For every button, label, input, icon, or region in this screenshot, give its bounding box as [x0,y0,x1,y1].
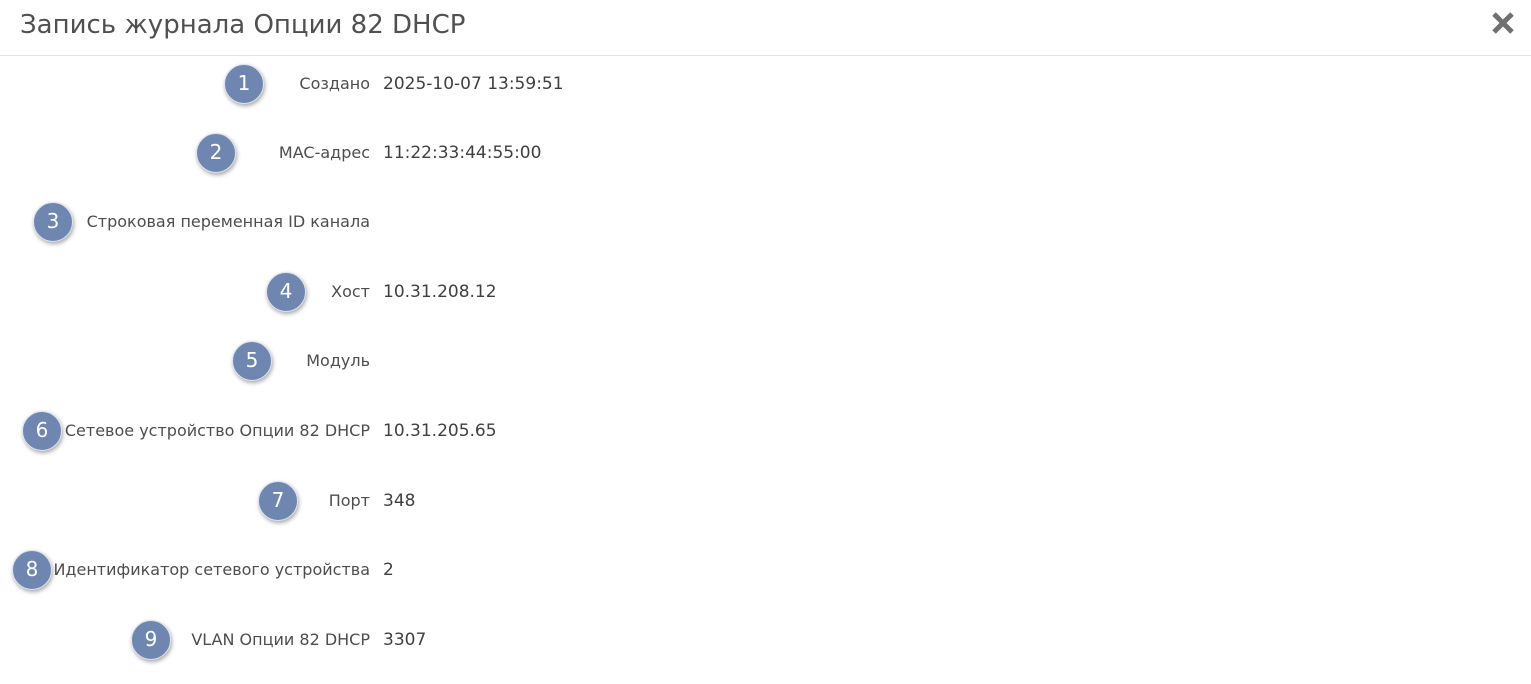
dialog-header: Запись журнала Опции 82 DHCP [0,0,1531,56]
field-label: Хост [331,282,370,301]
marker-badge: 5 [232,341,272,381]
field-value: 10.31.208.12 [383,282,497,302]
field-label: Идентификатор сетевого устройства [53,560,370,579]
field-row-created: 1 Создано 2025-10-07 13:59:51 [0,62,1531,106]
field-row-network-device-id: 8 Идентификатор сетевого устройства 2 [0,548,1531,592]
dialog-title: Запись журнала Опции 82 DHCP [20,10,466,40]
marker-badge: 4 [266,272,306,312]
marker-badge: 6 [22,411,62,451]
field-value: 10.31.205.65 [383,421,497,441]
marker-badge: 1 [224,64,264,104]
close-icon [1492,12,1514,34]
field-label: Строковая переменная ID канала [86,212,370,231]
field-row-vlan: 9 VLAN Опции 82 DHCP 3307 [0,618,1531,662]
field-label: VLAN Опции 82 DHCP [191,630,370,649]
field-value: 11:22:33:44:55:00 [383,143,542,163]
field-label: MAC-адрес [278,143,370,162]
marker-badge: 2 [196,133,236,173]
field-row-port: 7 Порт 348 [0,479,1531,523]
field-value: 2 [383,560,394,580]
marker-badge: 7 [258,481,298,521]
field-row-module: 5 Модуль [0,339,1531,383]
field-label: Создано [299,74,370,93]
marker-badge: 8 [12,550,52,590]
field-label: Сетевое устройство Опции 82 DHCP [64,421,370,440]
field-label: Порт [328,491,370,510]
field-row-network-device: 6 Сетевое устройство Опции 82 DHCP 10.31… [0,409,1531,453]
marker-badge: 3 [33,202,73,242]
field-row-mac-address: 2 MAC-адрес 11:22:33:44:55:00 [0,131,1531,175]
marker-badge: 9 [131,620,171,660]
field-label: Модуль [306,351,370,370]
field-row-circuit-id: 3 Строковая переменная ID канала [0,200,1531,244]
field-value: 3307 [383,630,427,650]
field-value: 348 [383,491,416,511]
field-row-host: 4 Хост 10.31.208.12 [0,270,1531,314]
close-button[interactable] [1491,10,1515,36]
field-value: 2025-10-07 13:59:51 [383,74,564,94]
log-entry-dialog: Запись журнала Опции 82 DHCP 1 Создано 2… [0,0,1531,684]
